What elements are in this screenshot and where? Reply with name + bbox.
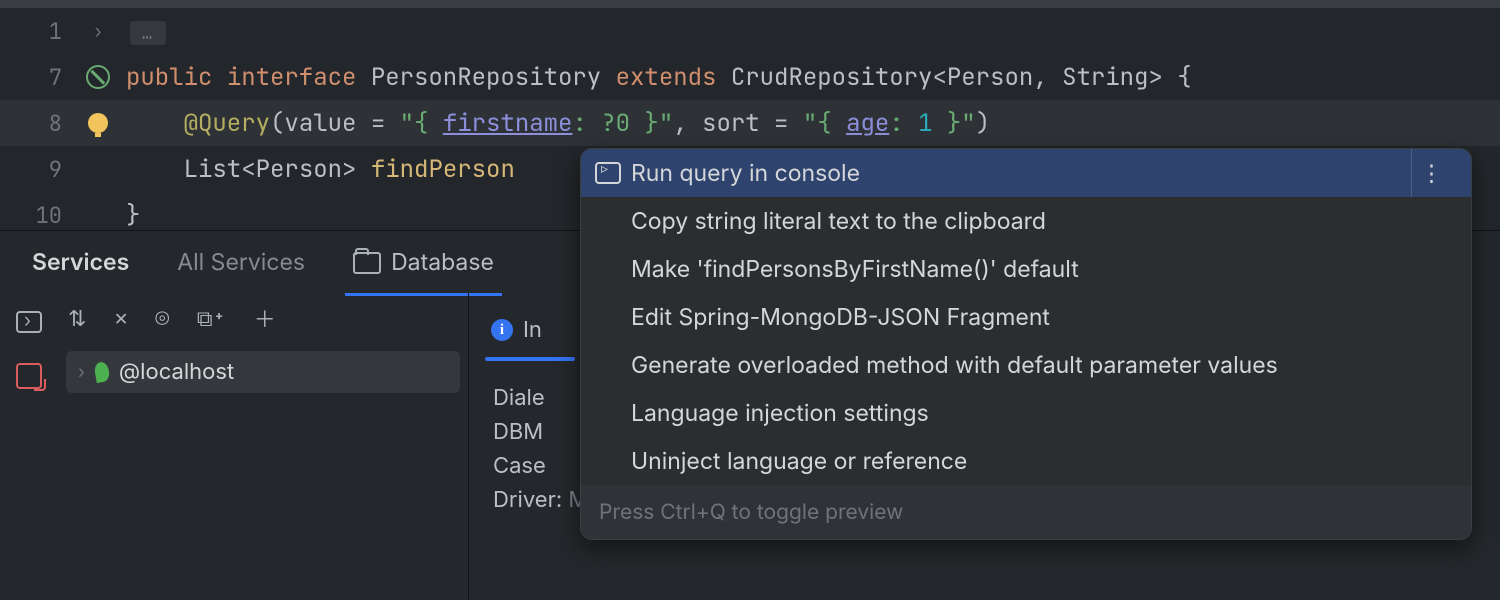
gutter-line-number: 7 (0, 63, 70, 92)
gutter-line-number: 1 (0, 17, 70, 46)
intention-action-label: Language injection settings (631, 399, 929, 427)
intention-action-item[interactable]: Uninject language or reference (581, 437, 1471, 485)
intention-action-label: Uninject language or reference (631, 447, 967, 475)
intention-action-label: Run query in console (631, 159, 860, 187)
intention-action-label: Generate overloaded method with default … (631, 351, 1278, 379)
gutter-icon[interactable] (70, 65, 126, 89)
code-line-7[interactable]: 7 public interface PersonRepository exten… (0, 54, 1500, 100)
gutter-icon[interactable]: › (70, 20, 126, 43)
disconnect-icon[interactable] (16, 363, 42, 389)
gutter-icon[interactable] (70, 113, 126, 133)
datasource-label: @localhost (119, 359, 234, 385)
lightbulb-icon[interactable] (88, 113, 108, 133)
info-tab-label: In (523, 317, 542, 343)
intention-action-label: Edit Spring-MongoDB-JSON Fragment (631, 303, 1050, 331)
intention-actions-popup[interactable]: Run query in console ⋮ Copy string literal… (580, 148, 1472, 540)
info-icon: i (491, 319, 513, 341)
services-title: Services (24, 231, 137, 293)
tab-label: Database (391, 248, 494, 276)
run-console-icon (595, 162, 621, 184)
add-icon[interactable]: ＋ (254, 302, 276, 334)
intention-action-item[interactable]: Edit Spring-MongoDB-JSON Fragment (581, 293, 1471, 341)
intention-action-item[interactable]: Copy string literal text to the clipboar… (581, 197, 1471, 245)
services-tab-database[interactable]: Database (345, 231, 502, 296)
folded-code-pill[interactable]: … (130, 21, 166, 45)
code-line-1[interactable]: 1 › … (0, 8, 1500, 54)
mongodb-leaf-icon (93, 361, 110, 383)
detail-key: Case (493, 453, 546, 479)
gutter-line-number: 9 (0, 155, 70, 184)
code-content[interactable]: @Query(value = "{ firstname: ?0 }", sort… (126, 108, 990, 139)
datasource-tree-item[interactable]: › @localhost (66, 351, 460, 393)
open-console-icon[interactable] (16, 311, 42, 333)
intention-action-item[interactable]: Generate overloaded method with default … (581, 341, 1471, 389)
intention-action-item[interactable]: Language injection settings (581, 389, 1471, 437)
gutter-line-number: 8 (0, 109, 70, 138)
expand-collapse-icon[interactable]: ⇅ (68, 304, 86, 333)
detail-key: Diale (493, 385, 545, 411)
code-content[interactable]: List<Person> findPerson (126, 154, 515, 185)
code-content[interactable]: … (126, 16, 166, 47)
intention-action-item[interactable]: Run query in console ⋮ (581, 149, 1471, 197)
show-hidden-icon[interactable]: ◎ (156, 304, 169, 333)
folder-icon (353, 252, 381, 274)
popup-footer: Press Ctrl+Q to toggle preview (581, 485, 1471, 539)
gutter-line-number: 10 (0, 201, 70, 230)
chevron-right-icon[interactable]: › (93, 20, 104, 43)
more-actions-icon[interactable]: ⋮ (1411, 149, 1453, 197)
services-tree-toolbar: ⇅ ✕ ◎ ⧉⁺ ＋ (58, 293, 468, 343)
services-tree-panel: ⇅ ✕ ◎ ⧉⁺ ＋ › @localhost (58, 293, 469, 600)
detail-key: DBM (493, 419, 543, 445)
code-content[interactable]: } (126, 200, 140, 231)
intention-action-label: Copy string literal text to the clipboar… (631, 207, 1046, 235)
code-line-8[interactable]: 8 @Query(value = "{ firstname: ?0 }", so… (0, 100, 1500, 146)
close-icon[interactable]: ✕ (114, 304, 127, 333)
editor-tab-strip (0, 0, 1500, 8)
intention-action-item[interactable]: Make 'findPersonsByFirstName()' default (581, 245, 1471, 293)
no-entry-icon (86, 65, 110, 89)
services-tab-all-services[interactable]: All Services (169, 231, 313, 293)
services-side-toolbar (0, 293, 58, 600)
tab-label: All Services (177, 248, 305, 276)
code-content[interactable]: public interface PersonRepository extend… (126, 62, 1192, 93)
detail-key: Driver: (493, 487, 562, 513)
intention-action-label: Make 'findPersonsByFirstName()' default (631, 255, 1079, 283)
new-session-icon[interactable]: ⧉⁺ (197, 304, 226, 333)
chevron-right-icon[interactable]: › (78, 362, 85, 383)
